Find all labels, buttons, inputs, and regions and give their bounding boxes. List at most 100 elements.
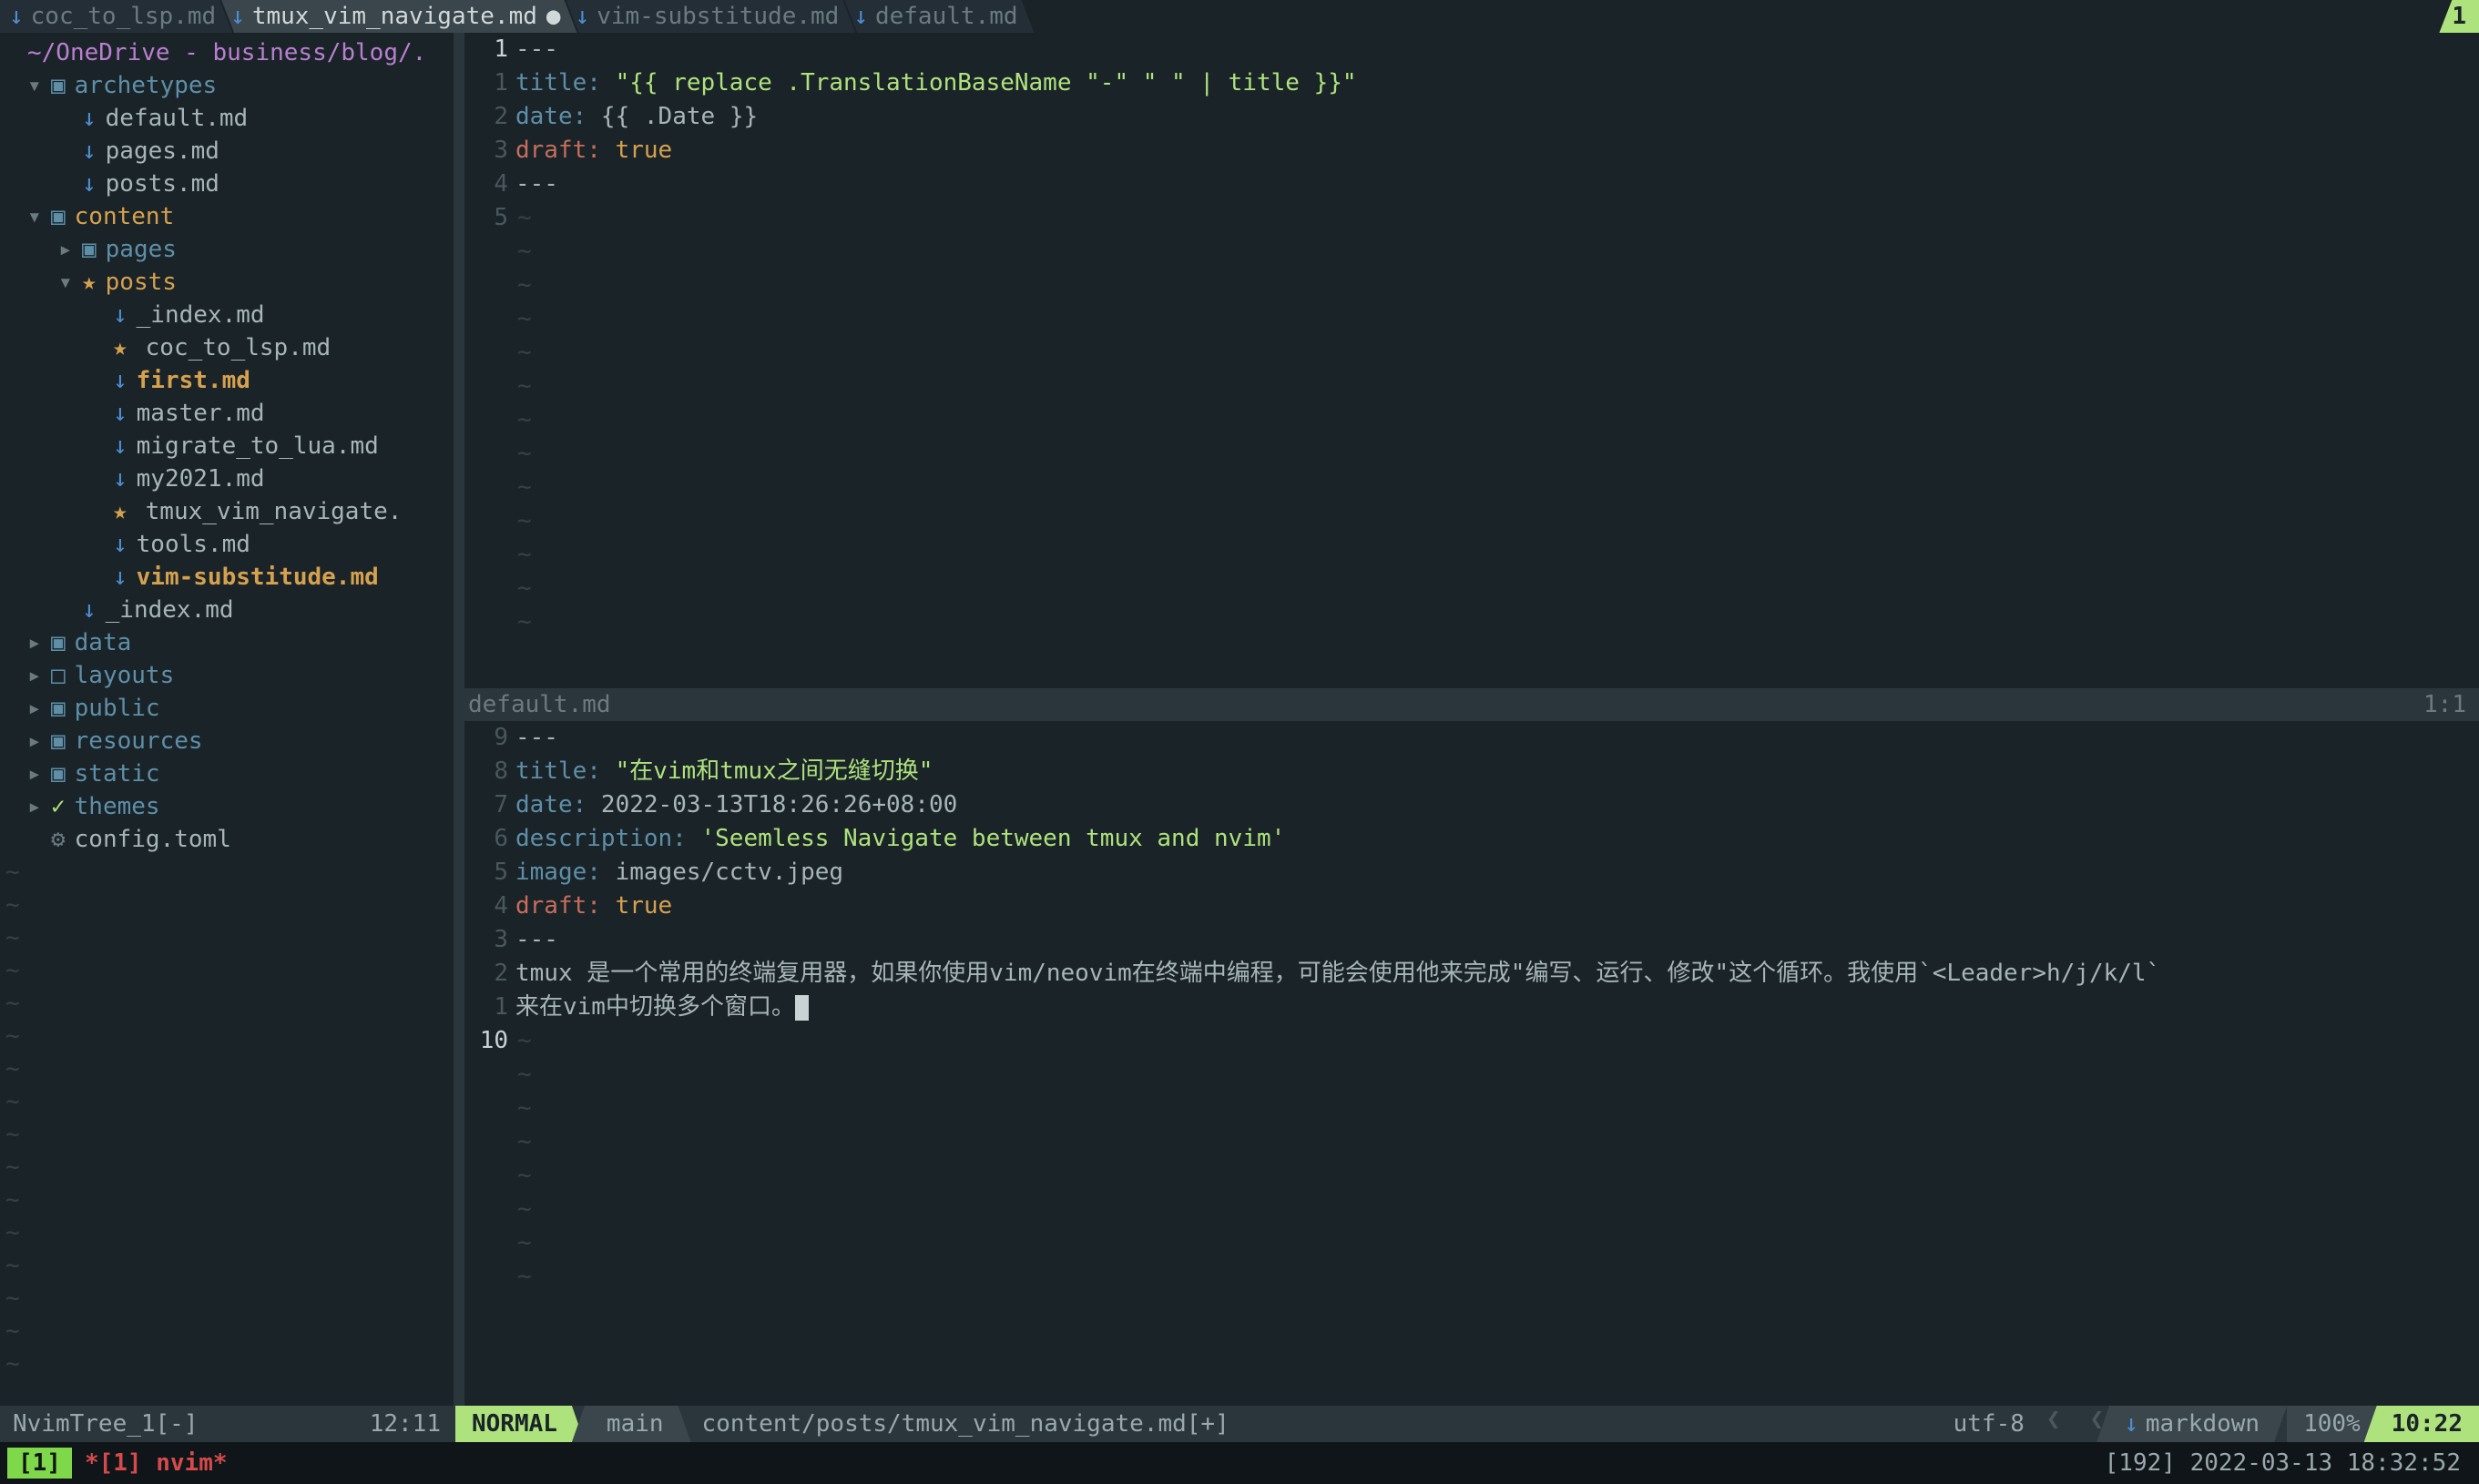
winbar-inactive-top: default.md 1:1 [455,688,2479,721]
markdown-icon: ↓ [2124,1410,2138,1438]
tab-label: tmux_vim_navigate.md [252,3,537,30]
tree-item-first-md[interactable]: ↓first.md [0,364,454,397]
os-segment [2066,1406,2085,1442]
tree-item-label: migrate_to_lua.md [137,430,379,462]
tree-item-default-md[interactable]: ↓default.md [0,102,454,135]
tree-item-pages[interactable]: ▸▣pages [0,233,454,266]
tree-item-label: config.toml [75,823,231,856]
tab-vim-substitude[interactable]: ↓ vim-substitude.md [566,0,856,33]
winbar-pos: 1:1 [2423,691,2466,718]
tab-default[interactable]: ↓ default.md [844,0,1034,33]
tree-item-label: default.md [106,102,249,135]
tree-item-pages-md[interactable]: ↓pages.md [0,135,454,168]
tab-label: coc_to_lsp.md [31,3,217,30]
git-branch-name: main [607,1410,664,1438]
empty-line-marker: ~ [0,987,454,1020]
tree-item--index-md[interactable]: ↓_index.md [0,594,454,626]
tree-item-label: resources [75,725,203,757]
tree-item-label: first.md [137,364,250,397]
tree-arrow-icon: ▾ [27,200,51,233]
tree-item-label: pages.md [106,135,219,168]
tree-item-layouts[interactable]: ▸□layouts [0,659,454,692]
tree-item-label: vim-substitude.md [137,561,379,594]
tree-item-vim-substitude-md[interactable]: ↓vim-substitude.md [0,561,454,594]
tab-coc-to-lsp[interactable]: ↓ coc_to_lsp.md [0,0,232,33]
file-tree-sidebar: ~/OneDrive - business/blog/. ▾▣archetype… [0,33,455,1442]
tmux-window[interactable]: *[1] nvim* [72,1449,240,1477]
tree-arrow-icon: ▸ [27,725,51,757]
tree-item-label: pages [106,233,177,266]
file-tree[interactable]: ~/OneDrive - business/blog/. ▾▣archetype… [0,33,454,1406]
tree-item-label: master.md [137,397,265,430]
tree-item-resources[interactable]: ▸▣resources [0,725,454,757]
cursor [795,995,809,1021]
tree-item-label: layouts [75,659,175,692]
tab-tmux-vim-navigate[interactable]: ↓ tmux_vim_navigate.md ● [221,0,576,33]
sidebar-statusline: NvimTree_1[-] 12:11 [0,1406,454,1442]
empty-line-marker: ~ [0,1020,454,1052]
empty-line-marker: ~ [0,1315,454,1347]
tree-item-archetypes[interactable]: ▾▣archetypes [0,69,454,102]
encoding-segment: utf-8 [1937,1406,2041,1442]
empty-line-marker: ~ [0,856,454,889]
tree-item-label: posts [106,266,177,299]
tree-item-config-toml[interactable]: ⚙config.toml [0,823,454,856]
tree-item-label: data [75,626,132,659]
tree-item-coc-to-lsp-md[interactable]: ★coc_to_lsp.md [0,331,454,364]
tree-item-content[interactable]: ▾▣content [0,200,454,233]
tree-arrow-icon: ▸ [27,626,51,659]
tree-item-label: tools.md [137,528,250,561]
tree-item-master-md[interactable]: ↓master.md [0,397,454,430]
tree-item-label: public [75,692,160,725]
editor-pane-bottom[interactable]: 98765432110 ---title: "在vim和tmux之间无缝切换"d… [455,721,2479,1442]
sidebar-cursor-pos: 12:11 [370,1410,441,1438]
cursor-position: 10:22 [2364,1406,2479,1442]
tree-root-path[interactable]: ~/OneDrive - business/blog/. [0,36,454,69]
empty-line-marker: ~ [0,1085,454,1118]
empty-line-marker: ~ [0,889,454,921]
tree-item-my2021-md[interactable]: ↓my2021.md [0,462,454,495]
tree-item-label: themes [75,790,160,823]
tree-item-label: my2021.md [137,462,265,495]
tree-item-label: _index.md [137,299,265,331]
empty-line-marker: ~ [0,1249,454,1282]
tree-item-public[interactable]: ▸▣public [0,692,454,725]
tree-arrow-icon: ▸ [27,757,51,790]
tmux-clock: [192] 2022-03-13 18:32:52 [2105,1449,2472,1477]
line-numbers-top: 112345 [464,33,515,688]
empty-line-marker: ~ [0,1282,454,1315]
code-area-top[interactable]: ---title: "{{ replace .TranslationBaseNa… [515,33,2479,688]
tree-arrow-icon: ▾ [58,266,82,299]
tab-bar: ↓ coc_to_lsp.md ↓ tmux_vim_navigate.md ●… [0,0,2479,33]
tree-item-themes[interactable]: ▸✓themes [0,790,454,823]
tmux-statusbar: [1] *[1] nvim* [192] 2022-03-13 18:32:52 [0,1442,2479,1484]
editor-pane-top[interactable]: 112345 ---title: "{{ replace .Translatio… [455,33,2479,721]
tab-label: default.md [875,3,1018,30]
tree-item-static[interactable]: ▸▣static [0,757,454,790]
markdown-icon: ↓ [9,3,24,30]
tree-item-migrate-to-lua-md[interactable]: ↓migrate_to_lua.md [0,430,454,462]
tmux-session[interactable]: [1] [7,1448,72,1479]
tree-item-label: coc_to_lsp.md [146,331,332,364]
markdown-icon: ↓ [576,3,590,30]
line-numbers-bottom: 98765432110 [464,721,515,1406]
tree-item-tmux-vim-navigate-[interactable]: ★tmux_vim_navigate. [0,495,454,528]
tree-item--index-md[interactable]: ↓_index.md [0,299,454,331]
separator-icon: ❮ [2041,1406,2066,1442]
tree-item-label: tmux_vim_navigate. [146,495,403,528]
git-branch-segment: main [572,1406,691,1442]
tree-item-posts[interactable]: ▾★posts [0,266,454,299]
tree-item-label: static [75,757,160,790]
code-area-bottom[interactable]: ---title: "在vim和tmux之间无缝切换"date: 2022-03… [515,721,2479,1406]
sidebar-buffer-name: NvimTree_1[-] [13,1410,199,1438]
percent-segment: 100% [2287,1406,2377,1442]
tree-item-posts-md[interactable]: ↓posts.md [0,168,454,200]
empty-line-marker: ~ [0,1052,454,1085]
empty-line-marker: ~ [0,921,454,954]
tree-item-tools-md[interactable]: ↓tools.md [0,528,454,561]
empty-line-marker: ~ [0,1151,454,1184]
tree-item-data[interactable]: ▸▣data [0,626,454,659]
tree-arrow-icon: ▸ [27,692,51,725]
tree-item-label: archetypes [75,69,218,102]
tree-arrow-icon: ▾ [27,69,51,102]
